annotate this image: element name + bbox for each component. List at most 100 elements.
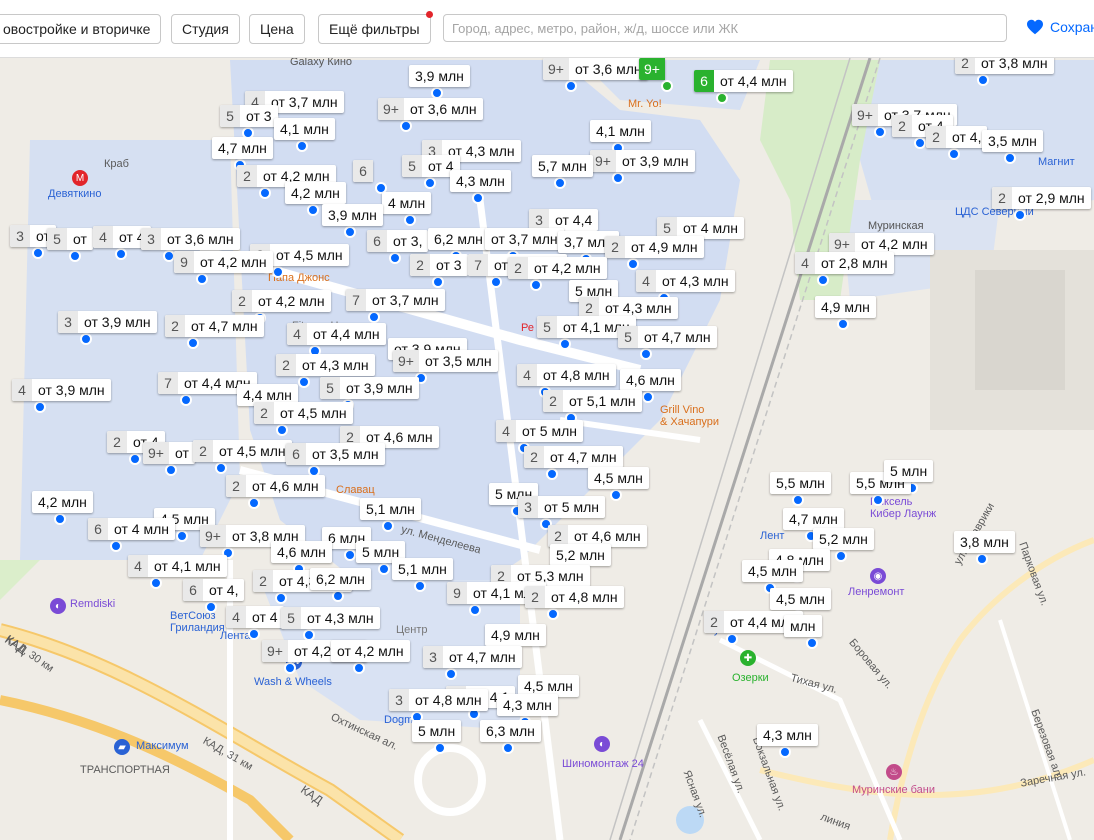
listing-location-dot[interactable] [205, 601, 217, 613]
more-filters-button[interactable]: Ещё фильтры [318, 11, 433, 44]
listing-price-pin[interactable]: 4,2 млн [285, 182, 346, 204]
listing-price-pin[interactable]: 9+ от [143, 442, 195, 464]
listing-location-dot[interactable] [110, 540, 122, 552]
listing-location-dot[interactable] [661, 80, 673, 92]
listing-price-pin[interactable]: 4 от 4,3 млн [636, 270, 735, 292]
listing-price-pin[interactable]: 2 от 5,1 млн [543, 390, 642, 412]
listing-location-dot[interactable] [874, 126, 886, 138]
listing-price-pin[interactable]: 4 от 3,9 млн [12, 379, 111, 401]
poi-galaxy[interactable]: Galaxy Кино [290, 58, 352, 68]
listing-price-pin[interactable]: 2 от 4,5 млн [193, 440, 292, 462]
listing-location-dot[interactable] [472, 192, 484, 204]
listing-price-pin[interactable]: 3 от 4,7 млн [423, 646, 522, 668]
listing-price-pin[interactable]: 4,2 млн [32, 491, 93, 513]
listing-price-pin[interactable]: 2 от 4,6 млн [226, 475, 325, 497]
poi-centr[interactable]: Центр [396, 624, 428, 636]
listing-price-pin[interactable]: 6 от 4,4 млн [694, 70, 793, 92]
listing-location-dot[interactable] [165, 464, 177, 476]
poi-lenremont[interactable]: ◉ Ленремонт [848, 568, 904, 598]
listing-location-dot[interactable] [914, 137, 926, 149]
listing-location-dot[interactable] [296, 140, 308, 152]
listing-price-pin[interactable]: млн [784, 615, 822, 637]
listing-price-pin[interactable]: 9 от 4,2 млн [174, 251, 273, 273]
studio-filter[interactable]: Студия [171, 14, 240, 44]
listing-price-pin[interactable]: 3 от 3,9 млн [58, 311, 157, 333]
listing-price-pin[interactable]: 2 от 4,9 млн [605, 236, 704, 258]
listing-price-pin[interactable]: 3 от 5 млн [518, 496, 605, 518]
listing-price-pin[interactable]: 2 от 4,2 млн [232, 290, 331, 312]
listing-location-dot[interactable] [353, 662, 365, 674]
listing-location-dot[interactable] [976, 553, 988, 565]
listing-location-dot[interactable] [368, 311, 380, 323]
listing-location-dot[interactable] [640, 348, 652, 360]
listing-location-dot[interactable] [1014, 209, 1026, 221]
listing-price-pin[interactable]: 4,1 млн [274, 118, 335, 140]
listing-location-dot[interactable] [806, 637, 818, 649]
listing-price-pin[interactable]: 6 от 3,5 млн [286, 443, 385, 465]
listing-price-pin[interactable]: 2 от 4,8 млн [525, 586, 624, 608]
listing-price-pin[interactable]: 9+ [639, 58, 665, 80]
listing-price-pin[interactable]: 5 млн [884, 460, 934, 482]
listing-price-pin[interactable]: от 3,7 млн [485, 228, 564, 250]
listing-price-pin[interactable]: 5 млн [412, 720, 462, 742]
listing-price-pin[interactable]: 4 от 4,1 млн [128, 555, 227, 577]
listing-location-dot[interactable] [187, 337, 199, 349]
listing-location-dot[interactable] [424, 177, 436, 189]
listing-location-dot[interactable] [779, 746, 791, 758]
listing-price-pin[interactable]: 2 от 3,8 млн [955, 58, 1054, 74]
listing-location-dot[interactable] [32, 247, 44, 259]
listing-price-pin[interactable]: 6 от 4 млн [88, 518, 175, 540]
listing-price-pin[interactable]: 3,8 млн [954, 531, 1015, 553]
listing-price-pin[interactable]: 5,1 млн [360, 498, 421, 520]
listing-price-pin[interactable]: 6,2 млн [310, 568, 371, 590]
poi-devyatkino[interactable]: M Девяткино [48, 170, 101, 200]
listing-price-pin[interactable]: 4,5 млн [770, 588, 831, 610]
poi-slavac[interactable]: Славац [336, 484, 375, 496]
poi-shinomontazh[interactable]: ◐ Шиномонтаж 24 [562, 736, 644, 770]
listing-location-dot[interactable] [565, 80, 577, 92]
listing-location-dot[interactable] [54, 513, 66, 525]
listing-location-dot[interactable] [378, 563, 390, 575]
listing-price-pin[interactable]: 4 от 5 млн [496, 420, 583, 442]
listing-price-pin[interactable]: 5 от 3 [220, 105, 278, 127]
listing-price-pin[interactable]: 2 от 4,5 млн [254, 402, 353, 424]
listing-price-pin[interactable]: 4 млн [382, 192, 432, 214]
poi-vetsoyuz[interactable]: ВетСоюз Гриландия [170, 610, 225, 634]
listing-location-dot[interactable] [445, 668, 457, 680]
listing-location-dot[interactable] [215, 462, 227, 474]
listing-location-dot[interactable] [469, 604, 481, 616]
listing-price-pin[interactable]: 4 от 4,4 млн [287, 323, 386, 345]
building-type-filter[interactable]: овостройке и вторичке [0, 14, 162, 44]
listing-location-dot[interactable] [115, 248, 127, 260]
listing-price-pin[interactable]: 4,9 млн [485, 624, 546, 646]
listing-price-pin[interactable]: 4 от 4 [226, 606, 284, 628]
listing-price-pin[interactable]: 9+ от 3,6 млн [378, 98, 483, 120]
poi-magnit[interactable]: Магнит [1038, 156, 1075, 168]
listing-price-pin[interactable]: 4 от 4,8 млн [517, 364, 616, 386]
poi-ozerki[interactable]: ✚ Озерки [732, 650, 769, 684]
listing-location-dot[interactable] [259, 187, 271, 199]
listing-price-pin[interactable]: 3,9 млн [409, 65, 470, 87]
poi-dogm[interactable]: Dogm [384, 714, 413, 726]
price-filter[interactable]: Цена [249, 14, 305, 44]
listing-price-pin[interactable]: 2 от 4,7 млн [524, 446, 623, 468]
listing-location-dot[interactable] [559, 338, 571, 350]
listing-price-pin[interactable]: 5,5 млн [770, 472, 831, 494]
poi-lenta[interactable]: Лента [220, 630, 250, 642]
listing-location-dot[interactable] [547, 608, 559, 620]
listing-price-pin[interactable]: 3 от 4,8 млн [389, 689, 488, 711]
listing-price-pin[interactable]: 6 [353, 160, 373, 182]
listing-location-dot[interactable] [432, 276, 444, 288]
listing-price-pin[interactable]: 4,7 млн [212, 137, 273, 159]
listing-price-pin[interactable]: 2от 4, [926, 126, 988, 148]
listing-location-dot[interactable] [546, 468, 558, 480]
listing-price-pin[interactable]: 3 от 3,6 млн [141, 228, 240, 250]
listing-location-dot[interactable] [276, 424, 288, 436]
listing-price-pin[interactable]: 4,5 млн [588, 467, 649, 489]
listing-location-dot[interactable] [837, 318, 849, 330]
listing-price-pin[interactable]: 5 от 4,3 млн [281, 607, 380, 629]
listing-location-dot[interactable] [272, 266, 284, 278]
listing-price-pin[interactable]: 7 от 3,7 млн [346, 289, 445, 311]
listing-location-dot[interactable] [612, 172, 624, 184]
listing-location-dot[interactable] [382, 520, 394, 532]
